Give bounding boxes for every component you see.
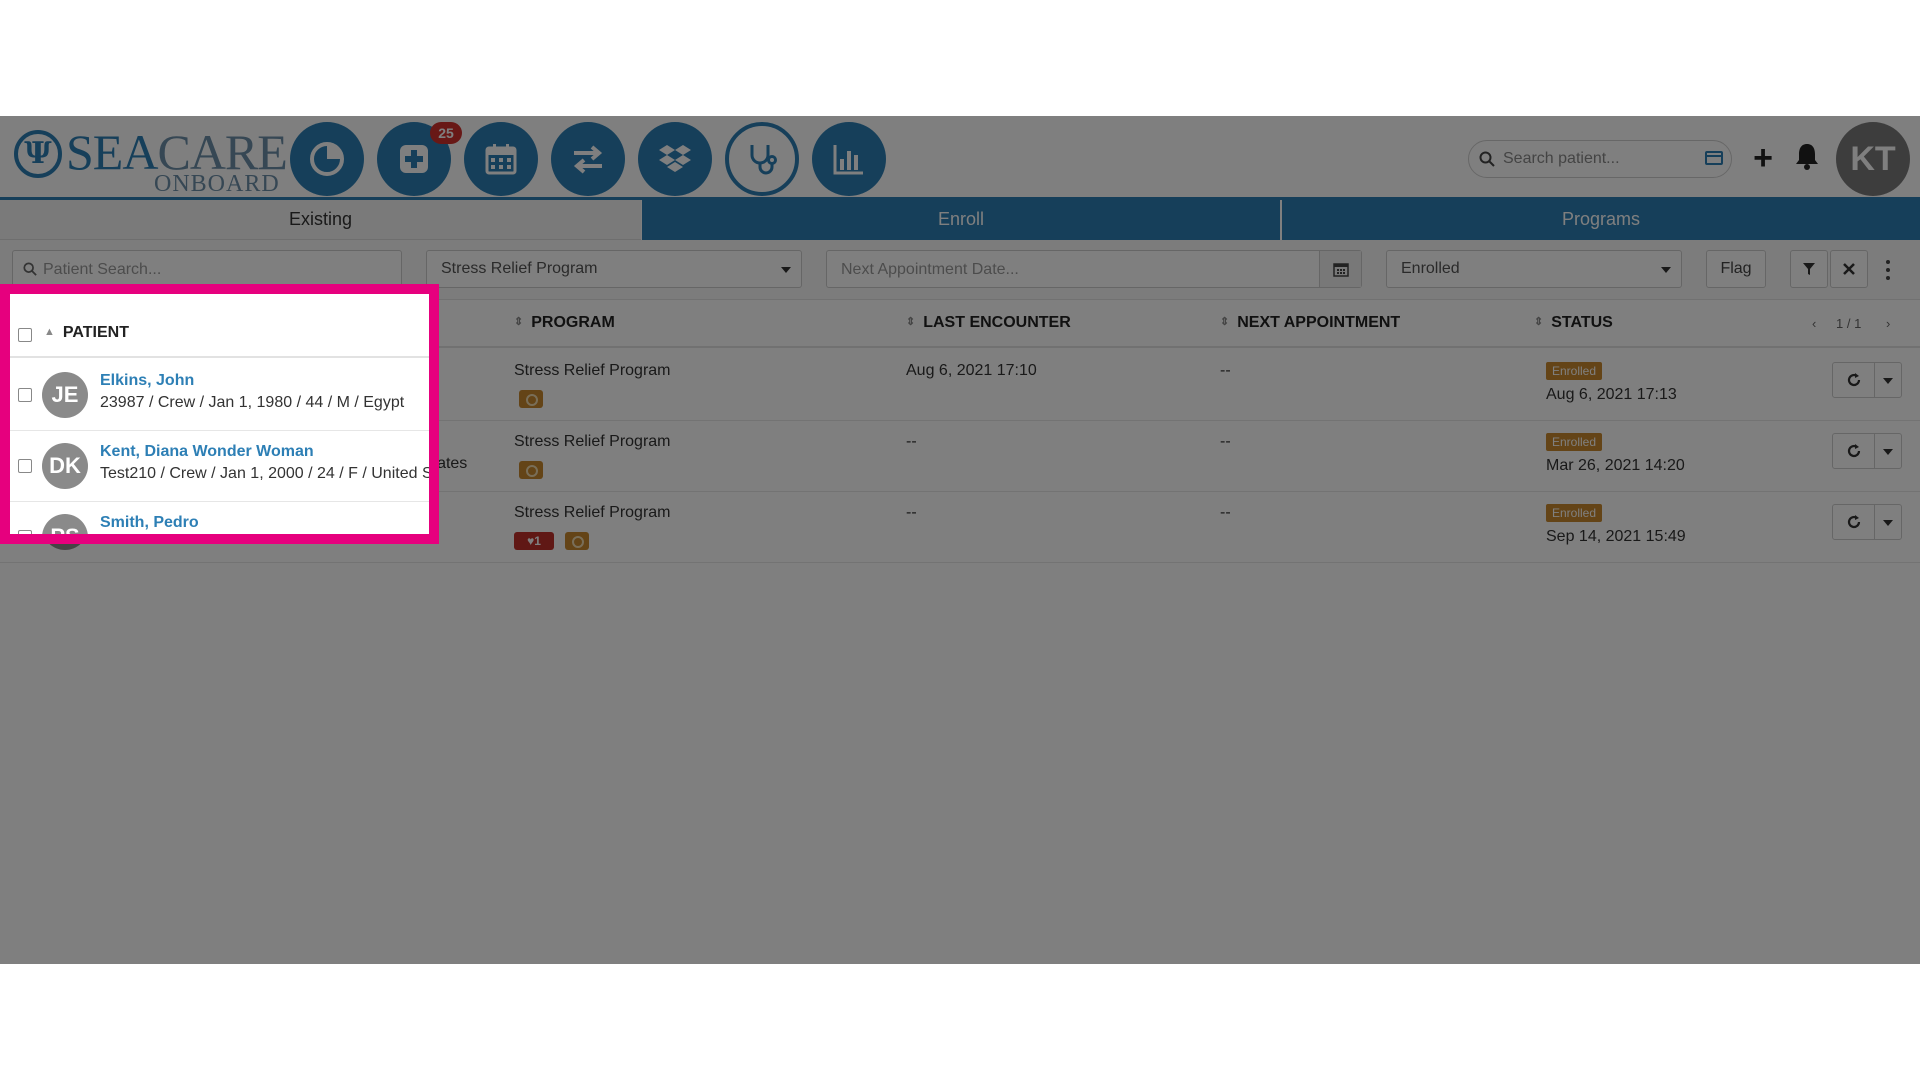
avatar: PS	[42, 514, 88, 534]
patient-details: 23987 / Crew / Jan 1, 1980 / 44 / M / Eg…	[100, 394, 405, 411]
patient-details: CM98765 / Crew / May 3, 1989 / 35 / X / …	[100, 536, 432, 544]
highlight-table-header: ▲ PATIENT	[10, 310, 429, 358]
row-checkbox[interactable]	[18, 459, 32, 473]
row-checkbox[interactable]	[18, 530, 32, 534]
patient-name-link[interactable]: Smith, Pedro	[100, 514, 199, 532]
highlight-row: DK Kent, Diana Wonder Woman Test210 / Cr…	[10, 431, 439, 502]
column-label: PATIENT	[62, 324, 129, 341]
highlight-row: JE Elkins, John 23987 / Crew / Jan 1, 19…	[10, 360, 429, 431]
patient-name-link[interactable]: Kent, Diana Wonder Woman	[100, 443, 314, 461]
screen: Ψ SEACARE ONBOARD 25	[0, 0, 1920, 1080]
patient-column-highlight: ▲ PATIENT JE Elkins, John 23987 / Crew / …	[0, 284, 439, 544]
row-checkbox[interactable]	[18, 388, 32, 402]
highlight-content: ▲ PATIENT JE Elkins, John 23987 / Crew / …	[10, 294, 439, 544]
column-header-patient[interactable]: ▲ PATIENT	[44, 324, 129, 342]
patient-details: Test210 / Crew / Jan 1, 2000 / 24 / F / …	[100, 465, 439, 482]
patient-name-link[interactable]: Elkins, John	[100, 372, 194, 390]
highlight-row: PS Smith, Pedro CM98765 / Crew / May 3, …	[10, 502, 432, 544]
select-all-checkbox[interactable]	[18, 328, 32, 342]
avatar: JE	[42, 372, 88, 418]
avatar: DK	[42, 443, 88, 489]
sort-asc-icon: ▲	[44, 326, 55, 338]
